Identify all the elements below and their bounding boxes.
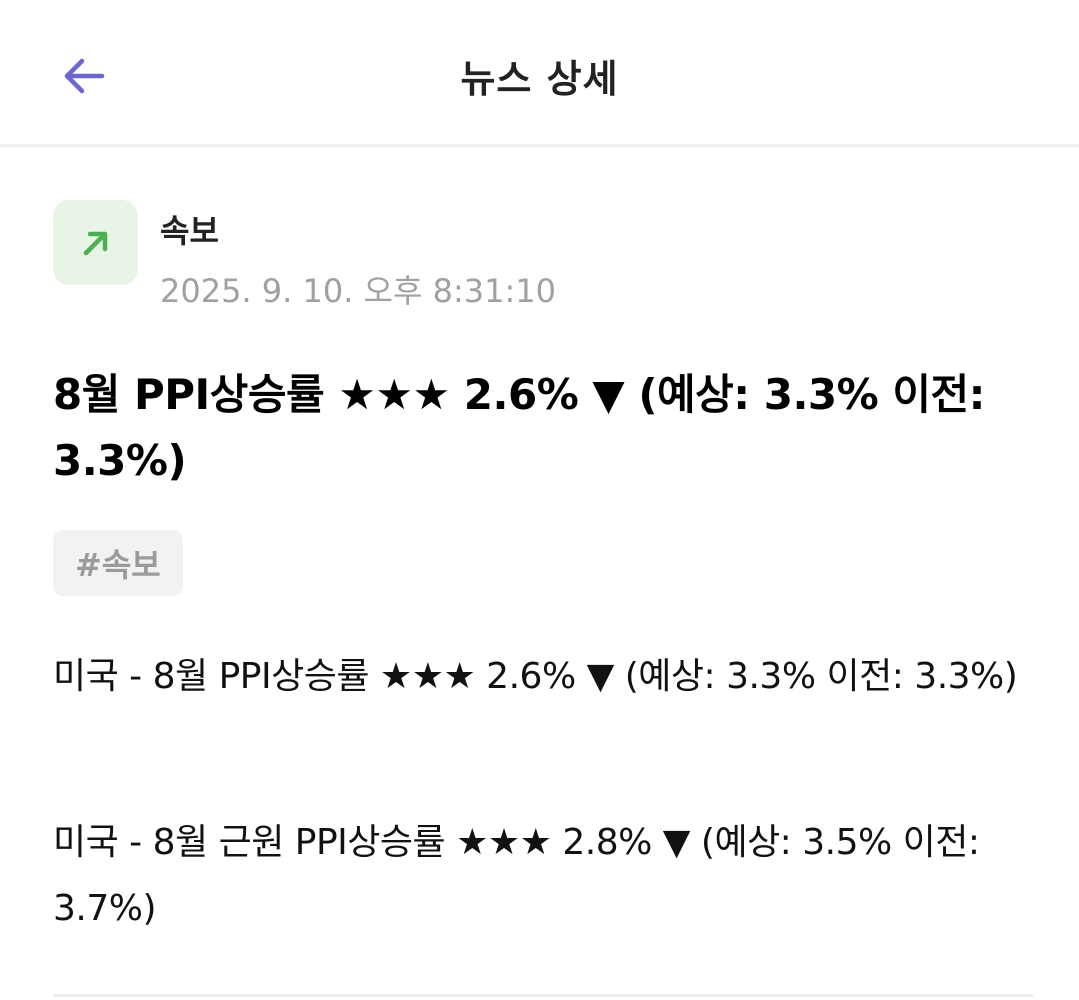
news-body-paragraph: 미국 - 8월 PPI상승률 ★★★ 2.6% ▼ (예상: 3.3% 이전: …: [53, 656, 1018, 697]
page-title: 뉴스 상세: [460, 57, 619, 101]
news-tag[interactable]: #속보: [53, 530, 183, 596]
divider: [53, 994, 1033, 997]
news-source-row: 속보 2025. 9. 10. 오후 8:31:10: [53, 200, 1033, 310]
source-icon-badge: [53, 200, 138, 285]
news-body-paragraph: 미국 - 8월 근원 PPI상승률 ★★★ 2.8% ▼ (예상: 3.5% 이…: [53, 822, 980, 929]
news-title: 8월 PPI상승률 ★★★ 2.6% ▼ (예상: 3.3% 이전: 3.3%): [53, 370, 985, 485]
news-timestamp: 2025. 9. 10. 오후 8:31:10: [160, 272, 556, 310]
trending-up-arrow-icon: [83, 231, 107, 255]
source-name: 속보: [160, 212, 219, 250]
top-app-bar: 뉴스 상세: [0, 0, 1079, 147]
